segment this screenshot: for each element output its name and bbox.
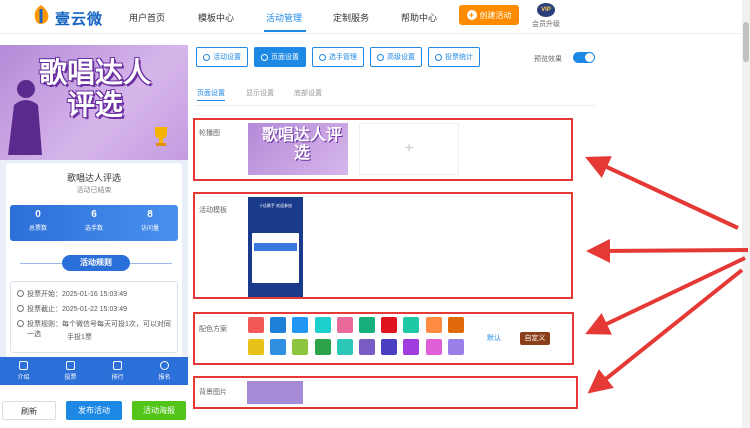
annotation-arrow-4 [587, 268, 744, 394]
annotation-arrow-3 [585, 256, 746, 335]
annotation-arrow-2 [586, 238, 749, 263]
annotation-arrow-1 [585, 156, 739, 230]
annotation-arrows [585, 156, 749, 394]
